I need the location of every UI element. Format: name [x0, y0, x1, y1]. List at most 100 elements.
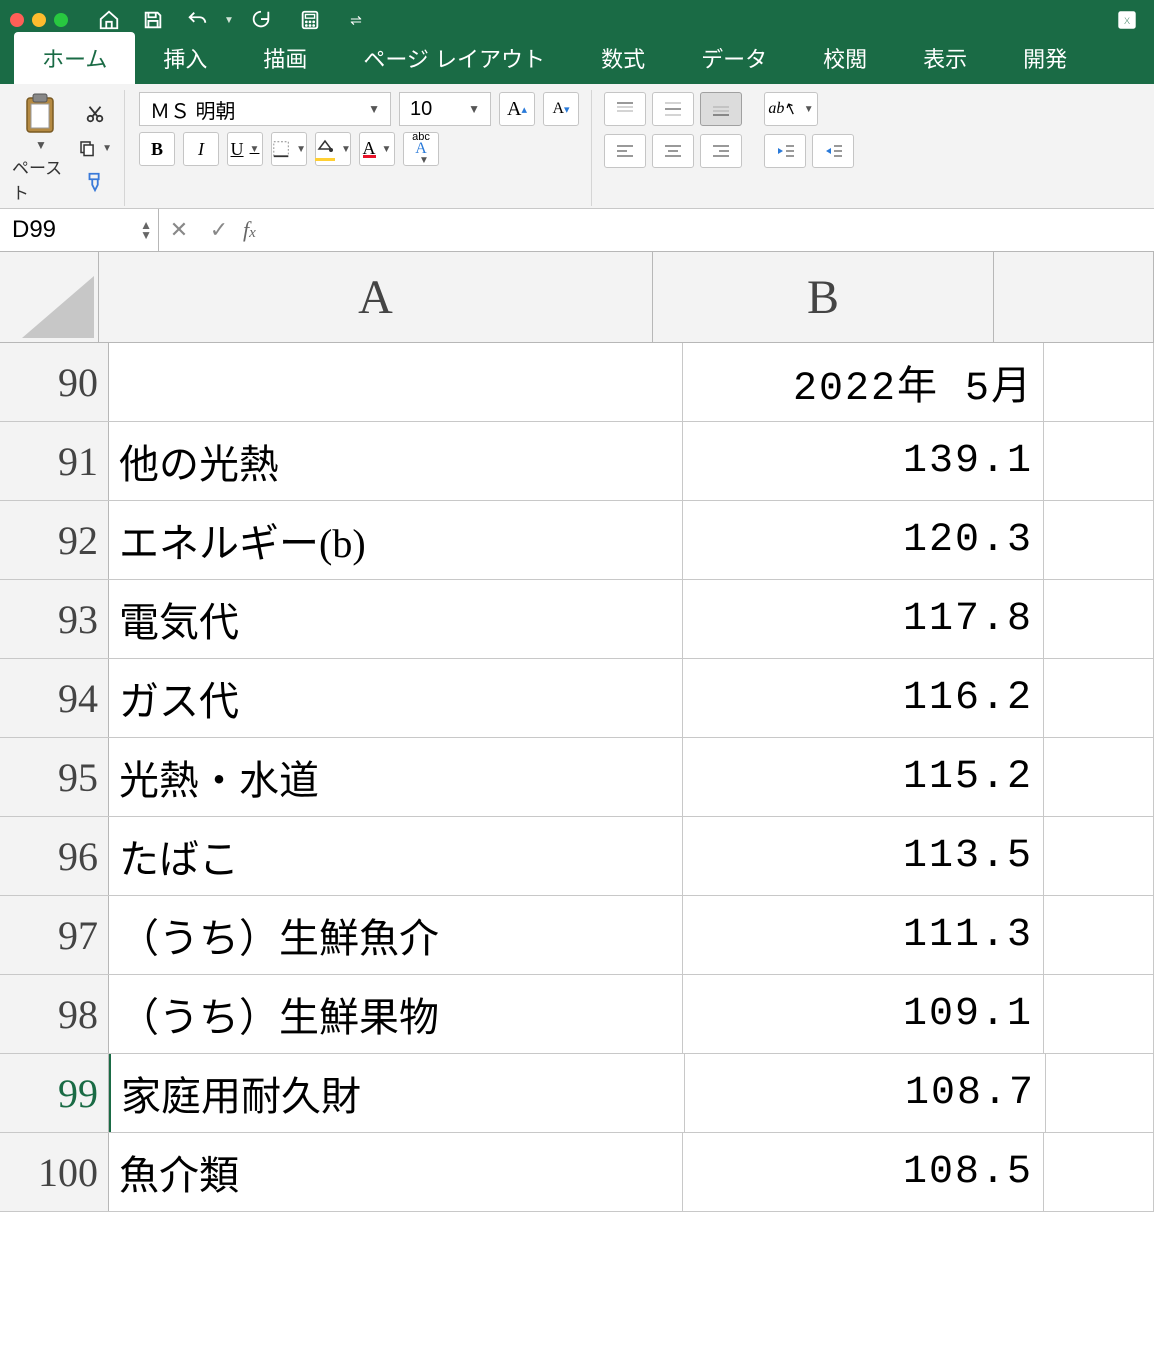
cell-empty[interactable] [1044, 659, 1154, 737]
save-icon[interactable] [136, 5, 170, 35]
tab-developer[interactable]: 開発 [995, 32, 1095, 84]
cell-label[interactable]: 光熱・水道 [109, 738, 683, 816]
tab-data[interactable]: データ [673, 32, 795, 84]
row-header[interactable]: 92 [0, 501, 109, 579]
minimize-window-button[interactable] [32, 13, 46, 27]
paste-button[interactable]: ▼ ペースト [12, 92, 70, 204]
row-header[interactable]: 99 [0, 1054, 109, 1132]
row-header[interactable]: 98 [0, 975, 109, 1053]
column-header-a[interactable]: A [99, 252, 653, 342]
cell-value[interactable]: 115.2 [683, 738, 1044, 816]
align-right-button[interactable] [700, 134, 742, 168]
cell-value[interactable]: 109.1 [683, 975, 1044, 1053]
borders-button[interactable] [271, 132, 307, 166]
cell-label[interactable]: 他の光熱 [109, 422, 683, 500]
cell-empty[interactable] [1044, 817, 1154, 895]
cell-label[interactable]: （うち）生鮮魚介 [109, 896, 683, 974]
font-size-select[interactable]: 10 ▼ [399, 92, 491, 126]
cell-empty[interactable] [1044, 501, 1154, 579]
cell-label[interactable]: 電気代 [109, 580, 683, 658]
tab-pagelayout[interactable]: ページ レイアウト [335, 32, 573, 84]
cut-icon[interactable] [78, 100, 112, 128]
cell-empty[interactable] [1044, 580, 1154, 658]
cell-value[interactable]: 116.2 [683, 659, 1044, 737]
table-row: 93電気代117.8 [0, 580, 1154, 659]
format-painter-icon[interactable] [78, 168, 112, 196]
cell-value[interactable]: 108.5 [683, 1133, 1044, 1211]
row-header[interactable]: 97 [0, 896, 109, 974]
row-header[interactable]: 95 [0, 738, 109, 816]
cell-value[interactable]: 2022年 5月 [683, 343, 1044, 421]
fill-color-button[interactable] [315, 132, 351, 166]
svg-text:X: X [1123, 16, 1131, 28]
formula-input[interactable] [260, 209, 1154, 251]
table-row: 96たばこ113.5 [0, 817, 1154, 896]
close-window-button[interactable] [10, 13, 24, 27]
name-box-stepper[interactable]: ▲▼ [140, 220, 152, 240]
align-left-button[interactable] [604, 134, 646, 168]
tab-view[interactable]: 表示 [895, 32, 995, 84]
tab-formulas[interactable]: 数式 [573, 32, 673, 84]
cell-empty[interactable] [1046, 1054, 1154, 1132]
decrease-indent-button[interactable] [764, 134, 806, 168]
tab-draw[interactable]: 描画 [235, 32, 335, 84]
row-header[interactable]: 91 [0, 422, 109, 500]
cell-value[interactable]: 120.3 [683, 501, 1044, 579]
undo-dropdown-icon[interactable]: ▼ [224, 5, 234, 35]
tab-review[interactable]: 校閲 [795, 32, 895, 84]
cell-empty[interactable] [1044, 343, 1154, 421]
select-all-corner[interactable] [0, 252, 99, 342]
row-header[interactable]: 94 [0, 659, 109, 737]
redo-icon[interactable] [244, 5, 278, 35]
cell-label[interactable]: たばこ [109, 817, 683, 895]
cell-value[interactable]: 139.1 [683, 422, 1044, 500]
cancel-formula-icon[interactable]: ✕ [159, 209, 199, 251]
undo-icon[interactable] [180, 5, 214, 35]
font-color-button[interactable]: A [359, 132, 395, 166]
enter-formula-icon[interactable]: ✓ [199, 209, 239, 251]
copy-icon[interactable] [78, 134, 112, 162]
tab-home[interactable]: ホーム [14, 32, 135, 84]
cell-value[interactable]: 108.7 [685, 1054, 1046, 1132]
phonetic-button[interactable]: abc A [403, 132, 439, 166]
cell-value[interactable]: 117.8 [683, 580, 1044, 658]
align-bottom-button[interactable] [700, 92, 742, 126]
row-header[interactable]: 93 [0, 580, 109, 658]
name-box[interactable]: D99 ▲▼ [0, 209, 159, 251]
row-header[interactable]: 90 [0, 343, 109, 421]
tab-insert[interactable]: 挿入 [135, 32, 235, 84]
underline-button[interactable]: U [227, 132, 263, 166]
customize-qat-icon[interactable]: ⇌ [342, 5, 370, 35]
cell-label[interactable] [109, 343, 683, 421]
cell-value[interactable]: 111.3 [683, 896, 1044, 974]
column-header-rest[interactable] [994, 252, 1154, 342]
align-top-button[interactable] [604, 92, 646, 126]
calculator-icon[interactable] [288, 5, 332, 35]
zoom-window-button[interactable] [54, 13, 68, 27]
cell-value[interactable]: 113.5 [683, 817, 1044, 895]
cell-empty[interactable] [1044, 1133, 1154, 1211]
increase-font-button[interactable]: A▴ [499, 92, 535, 126]
bold-button[interactable]: B [139, 132, 175, 166]
cell-label[interactable]: （うち）生鮮果物 [109, 975, 683, 1053]
font-name-select[interactable]: ＭＳ 明朝 ▼ [139, 92, 391, 126]
align-middle-button[interactable] [652, 92, 694, 126]
align-center-button[interactable] [652, 134, 694, 168]
cell-label[interactable]: 家庭用耐久財 [109, 1054, 685, 1132]
cell-empty[interactable] [1044, 975, 1154, 1053]
row-header[interactable]: 100 [0, 1133, 109, 1211]
cell-label[interactable]: 魚介類 [109, 1133, 683, 1211]
fx-icon[interactable]: fx [239, 217, 260, 243]
row-header[interactable]: 96 [0, 817, 109, 895]
cell-empty[interactable] [1044, 738, 1154, 816]
cell-empty[interactable] [1044, 896, 1154, 974]
orientation-button[interactable]: ab↗ [764, 92, 818, 126]
increase-indent-button[interactable] [812, 134, 854, 168]
italic-button[interactable]: I [183, 132, 219, 166]
column-header-b[interactable]: B [653, 252, 994, 342]
cell-label[interactable]: ガス代 [109, 659, 683, 737]
cell-empty[interactable] [1044, 422, 1154, 500]
decrease-font-button[interactable]: A▾ [543, 92, 579, 126]
cell-label[interactable]: エネルギー(b) [109, 501, 683, 579]
home-icon[interactable] [92, 5, 126, 35]
